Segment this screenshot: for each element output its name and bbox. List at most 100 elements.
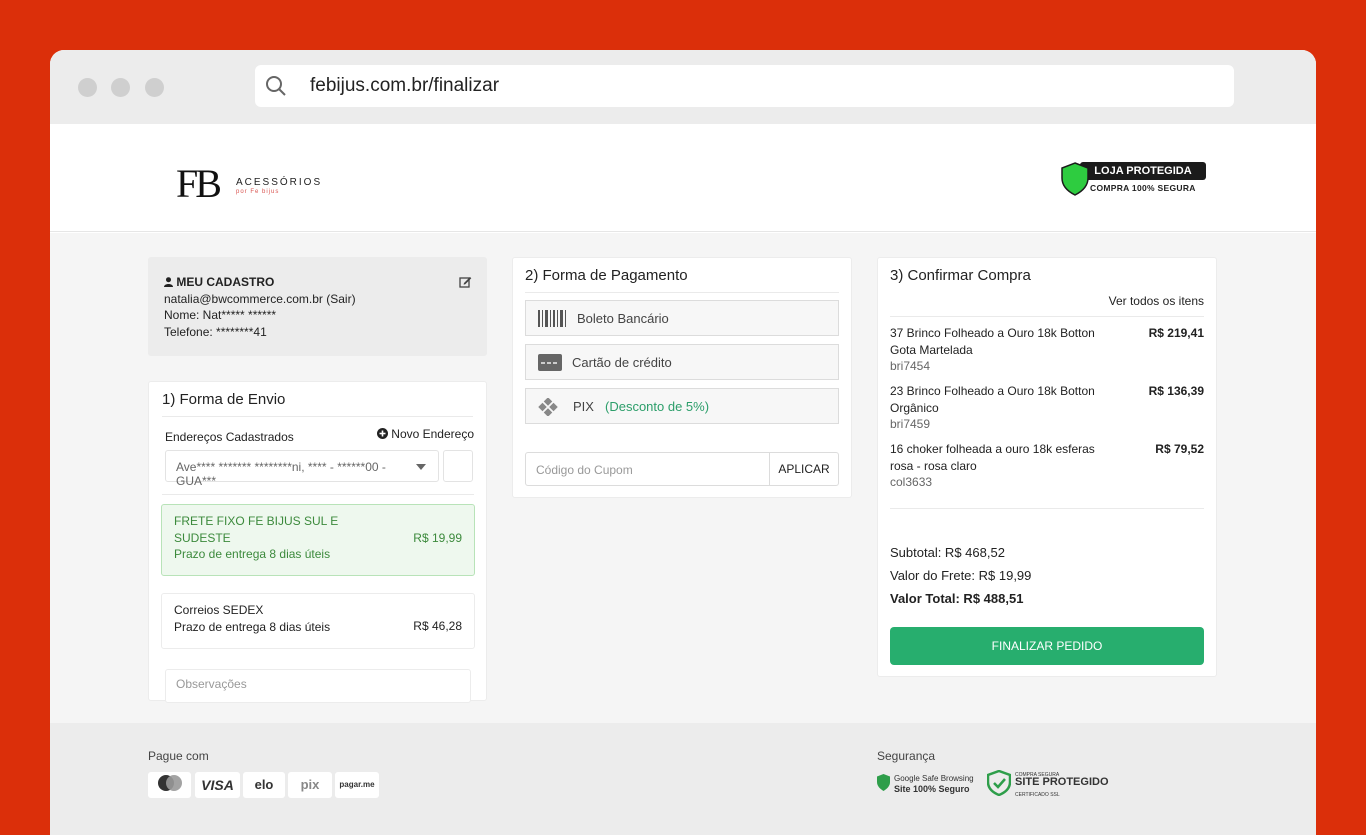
site-protegido-badge: COMPRA SEGURA SITE PROTEGIDO CERTIFICADO…	[987, 770, 1109, 798]
account-title: MEU CADASTRO	[176, 275, 275, 289]
coupon-input[interactable]: Código do Cupom	[536, 463, 633, 477]
divider	[162, 494, 474, 495]
apply-coupon-button[interactable]: APLICAR	[769, 453, 838, 485]
pix-icon	[538, 398, 558, 416]
pay-with-label: Pague com	[148, 749, 209, 763]
order-totals: Subtotal: R$ 468,52 Valor do Frete: R$ 1…	[890, 541, 1031, 610]
total-value: Valor Total: R$ 488,51	[890, 591, 1024, 606]
pix-logo: pix	[288, 772, 332, 798]
subtotal: Subtotal: R$ 468,52	[890, 545, 1005, 560]
credit-card-icon	[538, 354, 562, 371]
shipping-name: Correios SEDEX	[174, 603, 264, 617]
payment-option-credit-card[interactable]: Cartão de crédito	[525, 344, 839, 380]
address-select-value: Ave**** ******* ********ni, **** - *****…	[176, 460, 386, 488]
google-badge-line2: Site 100% Seguro	[894, 784, 970, 794]
account-name: Nome: Nat***** ******	[164, 308, 277, 322]
coupon-field: Código do Cupom APLICAR	[525, 452, 839, 486]
plus-circle-icon	[376, 428, 388, 439]
shipping-name: FRETE FIXO FE BIJUS SUL E SUDESTE	[174, 514, 339, 545]
visa-logo: VISA	[195, 772, 240, 798]
view-all-items-link[interactable]: Ver todos os itens	[1109, 294, 1204, 308]
item-name: 37 Brinco Folheado a Ouro 18k Botton Got…	[890, 326, 1095, 357]
shipping-deadline: Prazo de entrega 8 dias úteis	[174, 547, 331, 561]
account-email[interactable]: natalia@bwcommerce.com.br (Sair)	[164, 291, 471, 308]
shield-check-icon	[987, 770, 1011, 796]
new-address-link[interactable]: Novo Endereço	[376, 427, 474, 441]
store-logo[interactable]: FB ACESSÓRIOS por Fe bijus	[176, 162, 336, 206]
window-maximize-dot[interactable]	[145, 78, 164, 97]
address-bar[interactable]: febijus.com.br/finalizar	[255, 65, 1234, 107]
shipping-title: 1) Forma de Envio	[162, 382, 473, 417]
shield-icon	[877, 774, 890, 791]
cart-item[interactable]: 37 Brinco Folheado a Ouro 18k Botton Got…	[890, 325, 1204, 375]
logo-text: ACESSÓRIOS	[236, 177, 323, 188]
pix-discount-note: (Desconto de 5%)	[605, 399, 710, 414]
logo-mark: FB	[176, 161, 222, 206]
elo-logo: elo	[243, 772, 285, 798]
seal-subtitle: COMPRA 100% SEGURA	[1090, 183, 1196, 193]
addresses-label: Endereços Cadastrados	[165, 430, 294, 444]
logo-subtext: por Fe bijus	[236, 189, 280, 195]
site-badge-line3: CERTIFICADO SSL	[1015, 792, 1060, 798]
item-name: 16 choker folheada a ouro 18k esferas ro…	[890, 442, 1095, 473]
chevron-down-icon	[416, 464, 426, 470]
site-footer: Pague com VISA elo pix pagar.me Seguranç…	[50, 723, 1316, 835]
item-sku: bri7454	[890, 359, 931, 373]
freight-value: Valor do Frete: R$ 19,99	[890, 568, 1032, 583]
payment-label: Cartão de crédito	[572, 355, 672, 370]
shipping-price: R$ 46,28	[413, 619, 462, 633]
divider	[890, 316, 1204, 317]
user-icon	[164, 277, 173, 287]
shipping-option-frete-fixo[interactable]: R$ 19,99 FRETE FIXO FE BIJUS SUL E SUDES…	[161, 504, 475, 576]
address-select[interactable]: Ave**** ******* ********ni, **** - *****…	[165, 450, 439, 488]
address-action-button[interactable]	[443, 450, 473, 482]
divider	[890, 508, 1204, 509]
shipping-price: R$ 19,99	[413, 531, 462, 545]
security-label: Segurança	[877, 749, 936, 763]
browser-window: febijus.com.br/finalizar FB ACESSÓRIOS p…	[50, 50, 1316, 835]
payment-panel: 2) Forma de Pagamento Boleto Bancário Ca…	[512, 257, 852, 498]
item-price: R$ 79,52	[1155, 442, 1204, 456]
payment-option-boleto[interactable]: Boleto Bancário	[525, 300, 839, 336]
item-name: 23 Brinco Folheado a Ouro 18k Botton Org…	[890, 384, 1095, 415]
search-icon	[266, 76, 286, 96]
cart-item[interactable]: 23 Brinco Folheado a Ouro 18k Botton Org…	[890, 383, 1204, 433]
site-header: FB ACESSÓRIOS por Fe bijus LOJA PROTEGID…	[50, 124, 1316, 232]
account-phone: Telefone: ********41	[164, 324, 267, 339]
mastercard-icon	[157, 775, 182, 791]
barcode-icon	[538, 310, 566, 327]
item-price: R$ 219,41	[1148, 326, 1204, 340]
security-seal: LOJA PROTEGIDA COMPRA 100% SEGURA	[1060, 162, 1208, 198]
pagarme-logo: pagar.me	[335, 772, 379, 798]
payment-option-pix[interactable]: PIX (Desconto de 5%)	[525, 388, 839, 424]
account-box: MEU CADASTRO natalia@bwcommerce.com.br (…	[148, 257, 487, 356]
notes-field[interactable]: Observações	[165, 669, 471, 703]
account-title-row: MEU CADASTRO	[164, 274, 471, 291]
finish-order-button[interactable]: FINALIZAR PEDIDO	[890, 627, 1204, 665]
payment-label: PIX	[573, 399, 594, 414]
new-address-label: Novo Endereço	[391, 427, 474, 441]
payment-title: 2) Forma de Pagamento	[525, 258, 839, 293]
window-minimize-dot[interactable]	[111, 78, 130, 97]
site-badge-line2: SITE PROTEGIDO	[1015, 776, 1109, 788]
window-close-dot[interactable]	[78, 78, 97, 97]
confirm-title: 3) Confirmar Compra	[890, 267, 1031, 284]
shipping-option-sedex[interactable]: R$ 46,28 Correios SEDEX Prazo de entrega…	[161, 593, 475, 649]
item-sku: col3633	[890, 475, 933, 489]
shipping-panel: 1) Forma de Envio Endereços Cadastrados …	[148, 381, 487, 703]
google-safe-browsing-badge: Google Safe Browsing Site 100% Seguro	[877, 770, 977, 798]
google-badge-line1: Google Safe Browsing	[894, 774, 974, 783]
cart-item[interactable]: 16 choker folheada a ouro 18k esferas ro…	[890, 441, 1204, 491]
confirm-panel: 3) Confirmar Compra Ver todos os itens 3…	[877, 257, 1217, 677]
browser-chrome: febijus.com.br/finalizar	[50, 50, 1316, 124]
payment-label: Boleto Bancário	[577, 311, 669, 326]
checkout-area: MEU CADASTRO natalia@bwcommerce.com.br (…	[50, 233, 1316, 723]
item-sku: bri7459	[890, 417, 931, 431]
item-price: R$ 136,39	[1148, 384, 1204, 398]
edit-icon[interactable]	[459, 275, 472, 288]
mastercard-logo	[148, 772, 191, 798]
seal-title: LOJA PROTEGIDA	[1080, 162, 1206, 180]
notes-placeholder: Observações	[176, 677, 247, 691]
shield-icon	[1061, 162, 1089, 196]
url-text: febijus.com.br/finalizar	[310, 75, 500, 96]
